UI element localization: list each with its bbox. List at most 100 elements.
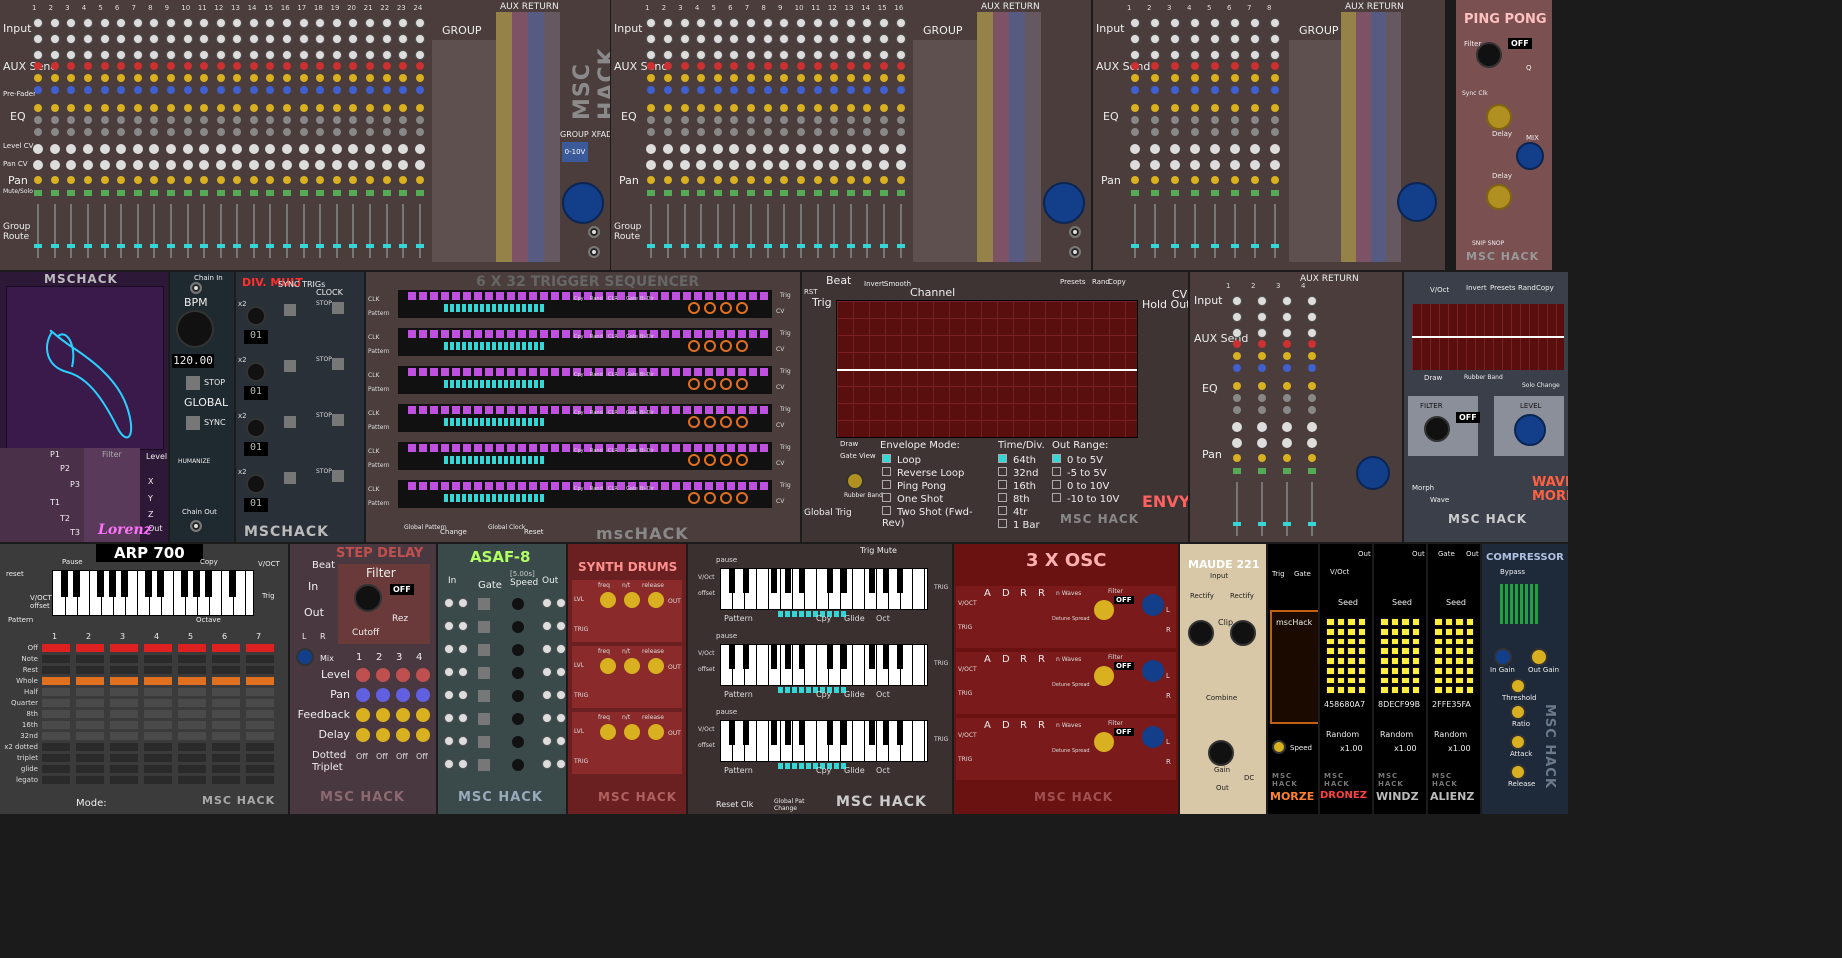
knob[interactable] (332, 86, 341, 94)
input-jack[interactable] (779, 50, 790, 60)
pan-knob[interactable] (166, 176, 175, 184)
knob[interactable] (1232, 340, 1241, 348)
step-knob[interactable] (396, 728, 410, 742)
knob[interactable] (863, 128, 872, 136)
knob[interactable] (1211, 128, 1219, 136)
io-jack[interactable] (444, 621, 454, 631)
cv-jack[interactable] (298, 160, 309, 170)
arp-step-cell[interactable] (42, 743, 70, 751)
fader-cap[interactable] (117, 244, 126, 248)
knob[interactable] (216, 128, 225, 136)
seed-cell[interactable] (1401, 657, 1410, 665)
cv-jack[interactable] (165, 160, 176, 170)
cv-jack[interactable] (331, 160, 342, 170)
row-knob[interactable] (704, 416, 716, 428)
arp-step-cell[interactable] (144, 721, 172, 729)
seed-cell[interactable] (1390, 627, 1399, 636)
seed-cell[interactable] (1411, 618, 1420, 626)
knob[interactable] (133, 74, 142, 82)
cv-jack[interactable] (1256, 422, 1267, 432)
seed-cell[interactable] (1434, 657, 1443, 665)
cv-jack[interactable] (729, 160, 740, 170)
knob[interactable] (50, 128, 59, 136)
cv-jack[interactable] (746, 144, 757, 154)
clock-stop-button[interactable] (332, 358, 344, 370)
fader-cap[interactable] (266, 244, 275, 248)
pan-knob[interactable] (249, 176, 258, 184)
arp-step-cell[interactable] (76, 655, 104, 663)
fader-cap[interactable] (680, 244, 689, 248)
knob[interactable] (117, 104, 126, 112)
knob[interactable] (1191, 128, 1199, 136)
speed-knob[interactable] (512, 690, 524, 702)
input-jack[interactable] (315, 50, 326, 60)
arp-step-cell[interactable] (178, 776, 206, 784)
arp-step-cell[interactable] (212, 743, 240, 751)
knob[interactable] (1271, 74, 1279, 82)
arp-step-cell[interactable] (76, 765, 104, 773)
arp-step-cell[interactable] (144, 666, 172, 674)
knob[interactable] (67, 128, 76, 136)
fader-cap[interactable] (349, 244, 358, 248)
seed-cell[interactable] (1347, 676, 1356, 685)
filter-knob[interactable] (1094, 732, 1114, 752)
arp-step-cell[interactable] (42, 655, 70, 663)
speed-knob[interactable] (512, 667, 524, 679)
mute-button[interactable] (399, 190, 408, 196)
fader-cap[interactable] (730, 244, 739, 248)
chain-out-jack[interactable] (190, 520, 202, 532)
arp-step-cell[interactable] (42, 732, 70, 740)
morph-display[interactable] (1412, 304, 1564, 370)
input-jack[interactable] (398, 50, 409, 60)
knob[interactable] (399, 86, 408, 94)
pan-knob[interactable] (846, 176, 855, 184)
black-key[interactable] (897, 569, 903, 593)
arp-step-cell[interactable] (246, 776, 274, 784)
input-jack[interactable] (364, 50, 375, 60)
cv-jack[interactable] (712, 160, 723, 170)
knob[interactable] (100, 104, 109, 112)
io-jack[interactable] (458, 621, 468, 631)
knob[interactable] (880, 104, 889, 112)
knob[interactable] (1257, 340, 1266, 348)
knob[interactable] (382, 86, 391, 94)
drum-knob[interactable] (600, 724, 616, 740)
input-jack[interactable] (1281, 296, 1292, 306)
seed-cell[interactable] (1347, 647, 1356, 655)
pan-knob[interactable] (813, 176, 822, 184)
row-knob[interactable] (736, 492, 748, 504)
input-jack[interactable] (331, 18, 342, 28)
knob[interactable] (663, 128, 672, 136)
input-jack[interactable] (1250, 50, 1260, 60)
seed-cell[interactable] (1401, 647, 1410, 655)
knob[interactable] (1282, 364, 1291, 372)
step-knob[interactable] (356, 688, 370, 702)
fader-cap[interactable] (283, 244, 292, 248)
knob[interactable] (763, 74, 772, 82)
arp-step-cell[interactable] (42, 699, 70, 707)
knob[interactable] (249, 104, 258, 112)
knob[interactable] (365, 62, 374, 70)
fader-cap[interactable] (216, 244, 225, 248)
arp-step-cell[interactable] (76, 743, 104, 751)
knob[interactable] (647, 104, 656, 112)
seed-cell[interactable] (1336, 637, 1345, 646)
knob[interactable] (1307, 364, 1316, 372)
input-jack[interactable] (1270, 34, 1280, 44)
input-jack[interactable] (232, 50, 243, 60)
knob[interactable] (266, 104, 275, 112)
fader-cap[interactable] (647, 244, 656, 248)
cv-jack[interactable] (1250, 160, 1260, 170)
knob[interactable] (166, 74, 175, 82)
arp-step-cell[interactable] (110, 688, 138, 696)
black-key[interactable] (827, 721, 833, 745)
black-key[interactable] (785, 645, 791, 669)
knob[interactable] (183, 104, 192, 112)
seed-cell[interactable] (1380, 647, 1389, 655)
filter-off-toggle[interactable]: OFF (1114, 596, 1134, 604)
knob[interactable] (697, 74, 706, 82)
mute-button[interactable] (647, 190, 656, 196)
drum-knob[interactable] (648, 592, 664, 608)
knob[interactable] (34, 128, 43, 136)
sync-trig-button[interactable] (284, 304, 296, 316)
